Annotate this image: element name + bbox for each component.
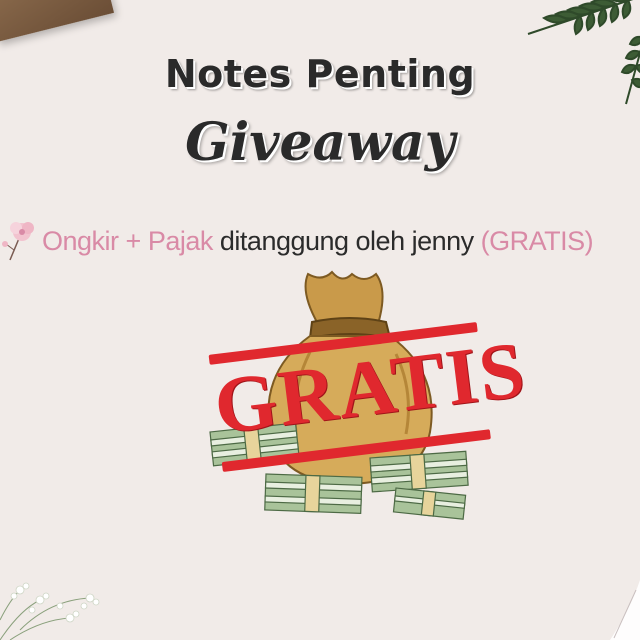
pajak-label: Pajak (147, 226, 214, 256)
wooden-board-decoration (0, 0, 115, 42)
plus-sign: + (125, 226, 142, 256)
gratis-paren-label: (GRATIS) (480, 226, 594, 256)
note-text: Ongkir + Pajak ditanggung oleh jenny (GR… (42, 226, 594, 257)
corner-decoration (610, 580, 640, 640)
giveaway-poster: Notes Penting Giveaway Ongkir + Pajak di… (0, 0, 640, 640)
covered-by-text: ditanggung oleh jenny (219, 226, 474, 256)
title-notes-penting: Notes Penting (164, 52, 476, 96)
baby-breath-flowers-icon (0, 582, 100, 640)
title-giveaway: Giveaway (185, 112, 455, 173)
pink-flower-icon (2, 222, 34, 261)
shipping-tax-note: Ongkir + Pajak ditanggung oleh jenny (GR… (0, 218, 640, 268)
ongkir-label: Ongkir (42, 226, 119, 256)
